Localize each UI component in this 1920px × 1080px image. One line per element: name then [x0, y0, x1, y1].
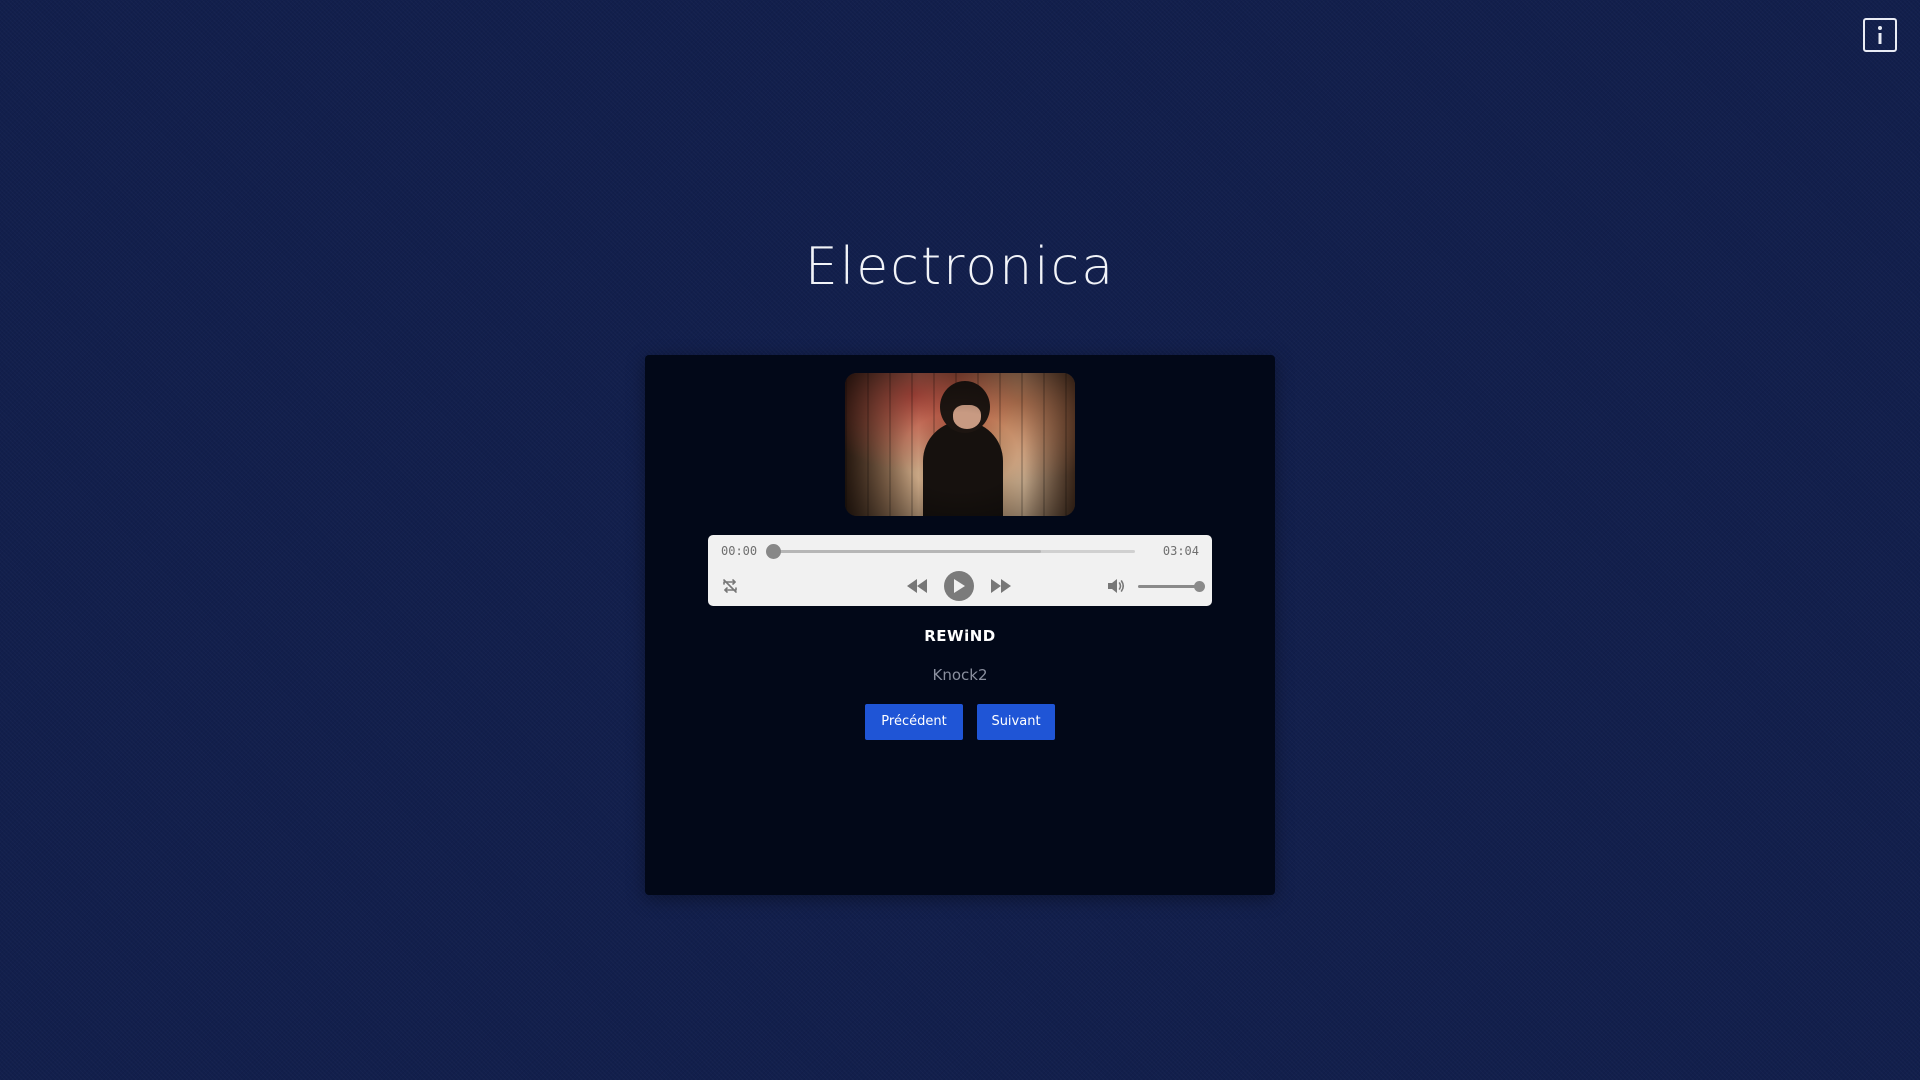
rewind-button[interactable]	[905, 576, 929, 596]
volume-slider[interactable]	[1138, 581, 1205, 592]
seek-handle[interactable]	[766, 544, 781, 559]
volume-icon	[1106, 577, 1126, 595]
rewind-icon	[906, 579, 928, 593]
volume-handle[interactable]	[1194, 581, 1205, 592]
total-time: 03:04	[1162, 544, 1199, 558]
album-cover	[845, 373, 1075, 516]
loop-off-icon	[721, 577, 739, 595]
previous-button[interactable]: Précédent	[865, 704, 963, 740]
page-title: Electronica	[804, 237, 1116, 297]
current-time: 00:00	[721, 544, 758, 558]
loop-button[interactable]	[720, 576, 740, 596]
fast-forward-button[interactable]	[989, 576, 1013, 596]
track-artist: Knock2	[932, 666, 988, 684]
player-card: 00:00 03:04 REWiND Knock2 Précédent Suiv…	[645, 355, 1275, 895]
play-icon	[953, 579, 965, 593]
play-button[interactable]	[944, 571, 974, 601]
seek-bar[interactable]	[766, 544, 1135, 559]
track-title: REWiND	[924, 627, 996, 645]
info-button[interactable]	[1863, 18, 1897, 52]
volume-button[interactable]	[1106, 576, 1126, 596]
fast-forward-icon	[990, 579, 1012, 593]
info-icon	[1871, 24, 1889, 46]
audio-player: 00:00 03:04	[708, 535, 1212, 606]
seek-buffered	[773, 550, 1041, 553]
next-button[interactable]: Suivant	[977, 704, 1055, 740]
